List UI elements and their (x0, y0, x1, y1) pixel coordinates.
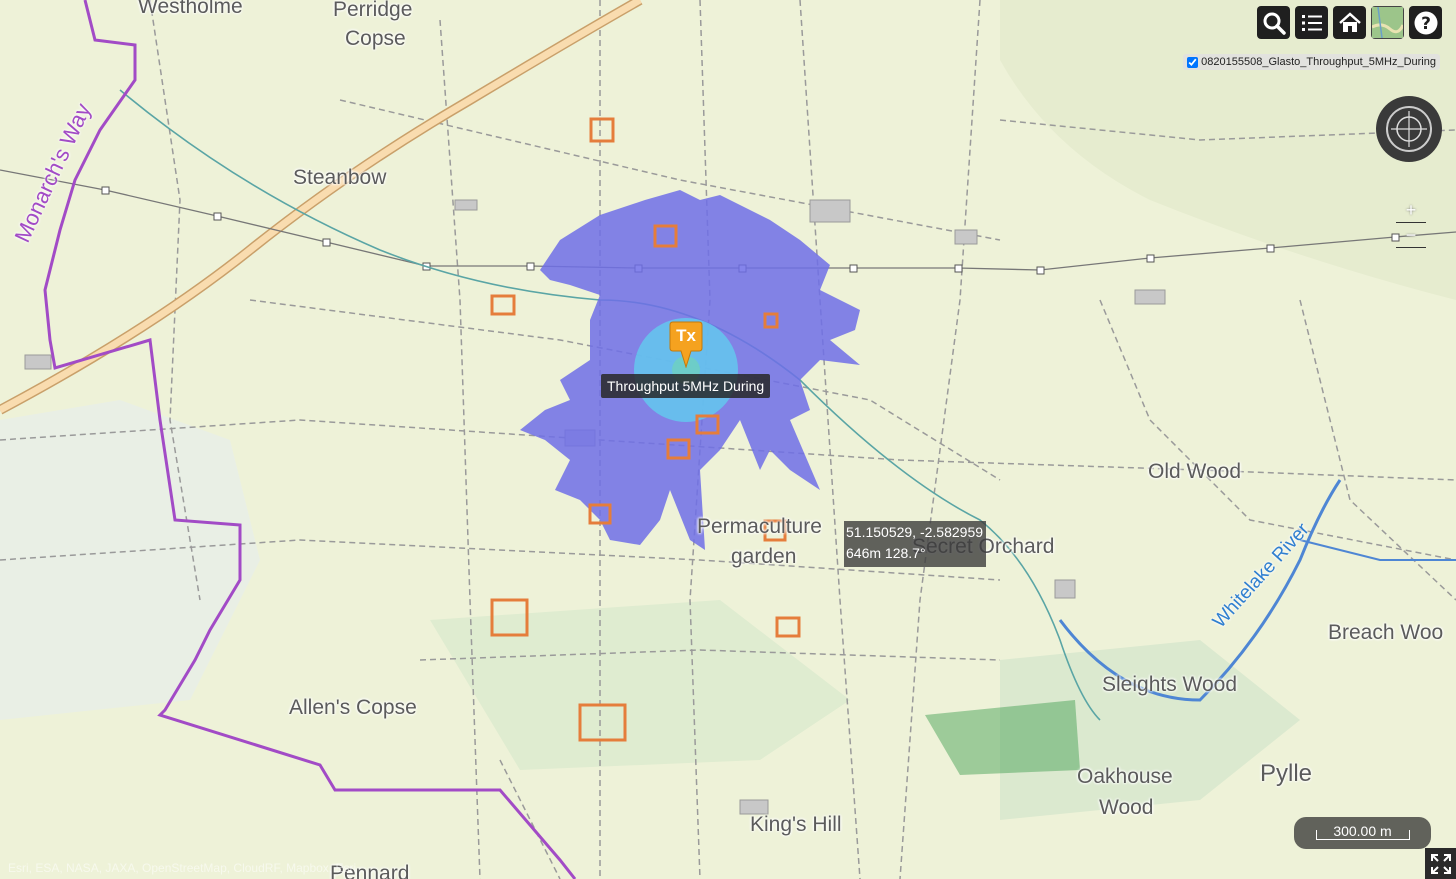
zoom-out-button[interactable]: − (1396, 223, 1426, 248)
scale-text: 300.00 m (1333, 823, 1392, 839)
svg-text:?: ? (1421, 14, 1431, 34)
help-icon: ? (1414, 11, 1437, 34)
zoom-controls: + − (1396, 198, 1426, 248)
compass-icon (1386, 106, 1432, 152)
marker-tooltip: Throughput 5MHz During (601, 374, 771, 398)
layer-list: 0820155508_Glasto_Throughput_5MHz_During (1183, 54, 1440, 70)
place-westholme: Westholme (138, 0, 243, 18)
place-garden: garden (731, 545, 797, 568)
place-wood: Wood (1099, 796, 1154, 819)
map-attribution: Esri, ESA, NASA, JAXA, OpenStreetMap, Cl… (8, 861, 357, 875)
place-breach-wood: Breach Woo (1328, 621, 1444, 644)
search-icon (1263, 12, 1286, 35)
home-icon (1338, 11, 1361, 32)
coordinate-readout: 51.150529, -2.582959 646m 128.7° (844, 521, 987, 567)
layers-list-button[interactable] (1295, 6, 1328, 39)
tx-label: Tx (676, 326, 696, 345)
place-steanbow: Steanbow (293, 166, 387, 189)
fullscreen-button[interactable] (1425, 848, 1456, 879)
place-kings-hill: King's Hill (750, 813, 842, 836)
coordinate-distance-bearing: 646m 128.7° (846, 545, 926, 561)
place-perridge: Perridge (333, 0, 413, 21)
help-button[interactable]: ? (1409, 6, 1442, 39)
coordinate-latlon: 51.150529, -2.582959 (846, 524, 984, 540)
home-button[interactable] (1333, 6, 1366, 39)
zoom-in-button[interactable]: + (1396, 198, 1426, 223)
place-old-wood: Old Wood (1148, 460, 1241, 483)
layer-name: 0820155508_Glasto_Throughput_5MHz_During (1201, 56, 1436, 68)
map-toolbar: ? (1257, 6, 1442, 39)
place-permaculture: Permaculture (697, 515, 822, 538)
place-pylle: Pylle (1260, 760, 1313, 787)
place-sleights-wood: Sleights Wood (1102, 673, 1238, 696)
basemap-gallery-button[interactable] (1371, 6, 1404, 39)
compass-button[interactable] (1376, 96, 1442, 162)
scale-bar: 300.00 m (1294, 817, 1431, 849)
place-oakhouse: Oakhouse (1077, 765, 1173, 788)
fullscreen-icon (1430, 853, 1451, 874)
basemap-thumbnail-icon (1372, 7, 1403, 38)
layer-visibility-checkbox[interactable] (1187, 56, 1199, 68)
basemap (0, 0, 1456, 879)
search-button[interactable] (1257, 6, 1290, 39)
place-allens-copse: Allen's Copse (289, 696, 417, 719)
place-copse: Copse (345, 27, 406, 50)
map-canvas[interactable]: Westholme Perridge Copse Steanbow Old Wo… (0, 0, 1456, 879)
list-icon (1301, 14, 1322, 31)
tx-marker[interactable]: Tx (669, 320, 703, 369)
